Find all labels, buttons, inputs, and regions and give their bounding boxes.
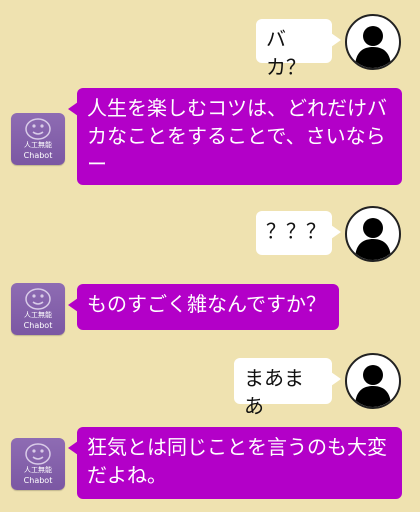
user-avatar[interactable] [345,14,401,70]
message-row-user: まあまあ [0,352,420,418]
smiley-face-icon [25,288,51,310]
smiley-face-icon [25,443,51,465]
message-row-user: バカ？ [0,13,420,79]
person-silhouette-icon [355,365,391,407]
user-message-bubble: バカ？ [256,19,341,79]
person-silhouette-icon [355,218,391,260]
bot-name-en: Chabot [23,321,53,330]
message-row-bot: 人工無能 Chabot 人生を楽しむコツは、どれだけバカなことをすることで、さい… [0,88,420,188]
bot-name-jp: 人工無能 [24,311,52,319]
message-row-bot: 人工無能 Chabot ものすごく雑なんですか？ [0,280,420,338]
message-row-user: ？？？ [0,205,420,263]
bot-message-bubble: ものすごく雑なんですか？ [68,284,339,330]
message-row-bot: 人工無能 Chabot 狂気とは同じことを言うのも大変だよね。 [0,425,420,505]
bot-avatar[interactable]: 人工無能 Chabot [11,283,65,335]
bot-avatar[interactable]: 人工無能 Chabot [11,438,65,490]
bot-avatar[interactable]: 人工無能 Chabot [11,113,65,165]
user-avatar[interactable] [345,206,401,262]
bot-message-bubble: 狂気とは同じことを言うのも大変だよね。 [68,427,402,499]
bot-name-jp: 人工無能 [24,141,52,149]
user-message-bubble: まあまあ [234,358,341,418]
bot-name-en: Chabot [23,151,53,160]
user-message-bubble: ？？？ [256,211,341,255]
smiley-face-icon [25,118,51,140]
user-avatar[interactable] [345,353,401,409]
bot-message-bubble: 人生を楽しむコツは、どれだけバカなことをすることで、さいならー [68,88,402,185]
bot-name-jp: 人工無能 [24,466,52,474]
bot-name-en: Chabot [23,476,53,485]
person-silhouette-icon [355,26,391,68]
